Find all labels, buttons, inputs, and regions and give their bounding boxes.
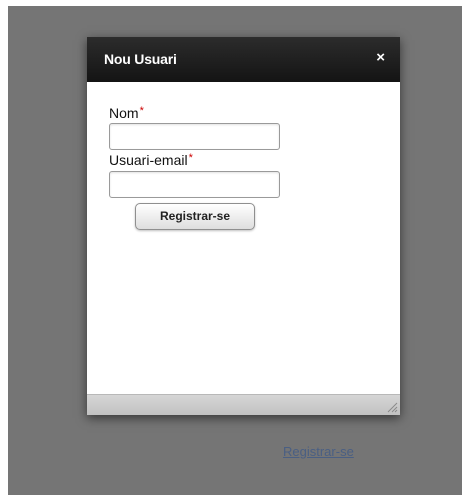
name-required-mark: * [139,105,144,117]
dialog-footer [87,394,400,415]
new-user-dialog: Nou Usuari × Nom* Usuari-email* Registra… [87,37,400,415]
dialog-title: Nou Usuari [104,51,177,67]
email-label: Usuari-email* [109,152,193,168]
name-label-text: Nom [109,105,139,121]
close-icon[interactable]: × [376,50,385,66]
register-button[interactable]: Registrar-se [135,203,255,230]
resize-grip-icon[interactable] [386,401,398,413]
name-label: Nom* [109,105,144,121]
register-link[interactable]: Registrar-se [283,444,354,459]
email-label-text: Usuari-email [109,152,188,168]
name-input[interactable] [109,123,280,150]
email-required-mark: * [188,152,193,164]
email-input[interactable] [109,171,280,198]
dialog-header: Nou Usuari × [87,37,400,82]
